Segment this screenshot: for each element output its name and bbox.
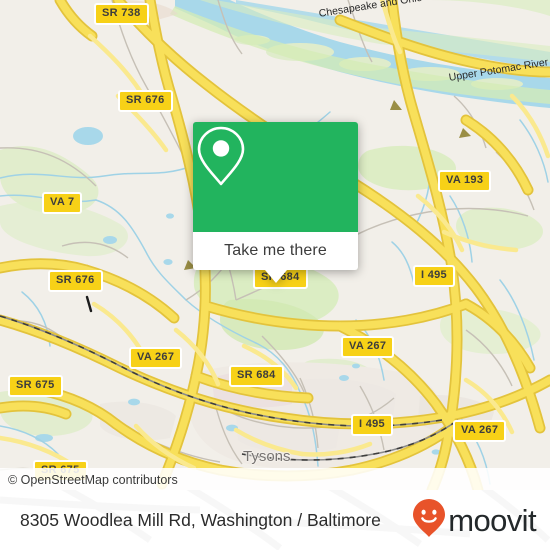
popup-pointer (264, 270, 287, 283)
moovit-logo[interactable]: moovit (412, 498, 537, 543)
moovit-smiley-pin-icon (412, 498, 446, 543)
road-shield[interactable]: VA 7 (42, 192, 83, 214)
road-shield[interactable]: VA 267 (129, 347, 183, 369)
address-label: 8305 Woodlea Mill Rd, Washington / Balti… (20, 509, 381, 530)
road-shield[interactable]: VA 267 (453, 420, 507, 442)
road-shield[interactable]: SR 675 (8, 375, 63, 397)
road-shield[interactable]: VA 267 (341, 336, 395, 358)
road-shield[interactable]: I 495 (413, 265, 455, 287)
popup-header (193, 122, 358, 232)
osm-attribution[interactable]: © OpenStreetMap contributors (8, 473, 178, 487)
map-screenshot: Chesapeake and Ohio Canal Upper Potomac … (0, 0, 550, 550)
road-shield[interactable]: SR 738 (94, 3, 149, 25)
road-shield[interactable]: SR 684 (229, 365, 284, 387)
road-shield[interactable]: SR 676 (48, 270, 103, 292)
map-canvas[interactable]: Chesapeake and Ohio Canal Upper Potomac … (0, 0, 550, 490)
place-label-tysons: Tysons (243, 448, 291, 465)
road-shield[interactable]: VA 193 (438, 170, 492, 192)
road-shield[interactable]: SR 676 (118, 90, 173, 112)
location-popup-card[interactable]: Take me there (193, 122, 358, 283)
road-shield[interactable]: I 495 (351, 414, 393, 436)
popup-footer[interactable]: Take me there (193, 232, 358, 270)
footer-bar: 8305 Woodlea Mill Rd, Washington / Balti… (0, 490, 550, 550)
take-me-there-button[interactable]: Take me there (224, 242, 327, 260)
moovit-wordmark: moovit (448, 502, 536, 538)
